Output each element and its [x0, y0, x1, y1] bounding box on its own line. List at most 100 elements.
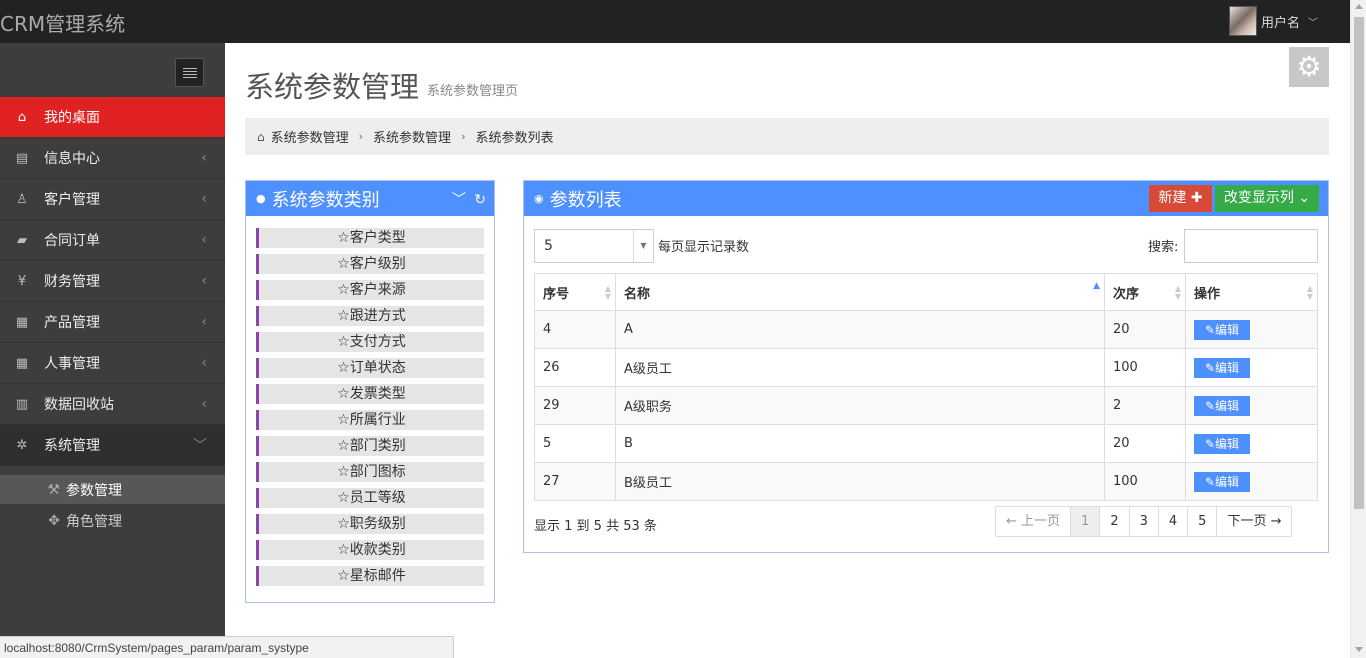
cell-id: 4	[534, 310, 616, 349]
chevron-down-icon: ﹀	[193, 438, 207, 454]
category-item[interactable]: ☆员工等级	[256, 488, 484, 508]
cell-name: B	[615, 424, 1105, 463]
category-item[interactable]: ☆客户类型	[256, 228, 484, 248]
chevron-left-icon: ‹	[201, 273, 207, 289]
toggle-columns-label: 改变显示列	[1223, 190, 1294, 206]
brand-logo[interactable]: CRM管理系统	[0, 8, 125, 37]
edit-button[interactable]: ✎编辑	[1194, 471, 1250, 492]
sidebar-subitem-params[interactable]: ⚒ 参数管理	[0, 475, 225, 504]
message-icon: ▤	[15, 150, 29, 166]
sidebar-item-recycle[interactable]: ▥ 数据回收站 ‹	[0, 384, 225, 425]
sidebar-subitem-label: 参数管理	[66, 482, 122, 499]
category-item[interactable]: ☆部门图标	[256, 462, 484, 482]
sidebar-item-orders[interactable]: ▰ 合同订单 ‹	[0, 220, 225, 261]
cell-action: ✎编辑	[1185, 386, 1318, 425]
category-item[interactable]: ☆职务级别	[256, 514, 484, 534]
page-button-3[interactable]: 3	[1130, 507, 1159, 536]
gear-icon: ✲	[16, 437, 28, 453]
category-item[interactable]: ☆支付方式	[256, 332, 484, 352]
collapse-icon[interactable]: ﹀	[452, 192, 466, 208]
category-item[interactable]: ☆订单状态	[256, 358, 484, 378]
sidebar: ⌂ 我的桌面 ▤ 信息中心 ‹ ♙ 客户管理 ‹ ▰ 合同订单 ‹ ¥ 财务管理…	[0, 43, 225, 658]
sidebar-item-customers[interactable]: ♙ 客户管理 ‹	[0, 179, 225, 220]
category-panel: ● 系统参数类别 ﹀ ↻ ☆客户类型 ☆客户级别 ☆客户来源 ☆跟进方式 ☆支付…	[245, 180, 495, 603]
reload-icon[interactable]: ↻	[474, 192, 486, 208]
page-subtitle: 系统参数管理页	[427, 84, 519, 99]
user-menu[interactable]: 用户名 ﹀	[1229, 6, 1318, 36]
sidebar-item-products[interactable]: ▦ 产品管理 ‹	[0, 302, 225, 343]
column-header-name[interactable]: 名称 ▲	[615, 273, 1105, 311]
home-icon: ⌂	[17, 109, 27, 125]
book-icon: ▰	[17, 232, 27, 248]
category-panel-title: 系统参数类别	[271, 189, 380, 211]
cell-action: ✎编辑	[1185, 310, 1318, 349]
settings-gear-button[interactable]: ⚙	[1289, 47, 1329, 87]
scroll-down-arrow[interactable]	[1355, 647, 1363, 652]
edit-button[interactable]: ✎编辑	[1194, 357, 1250, 378]
table-row: 4 A 20 ✎编辑	[534, 310, 1318, 349]
column-header-order[interactable]: 次序 ▲ ▼	[1104, 273, 1186, 311]
sidebar-item-system[interactable]: ✲ 系统管理 ﹀	[0, 425, 225, 466]
panel-tools: ﹀ ↻	[452, 189, 486, 209]
category-item[interactable]: ☆客户级别	[256, 254, 484, 274]
page-length-label: 每页显示记录数	[658, 240, 750, 255]
column-header-action[interactable]: 操作 ▲ ▼	[1185, 273, 1318, 311]
cell-order: 100	[1104, 348, 1186, 387]
next-page-button[interactable]: 下一页 →	[1217, 507, 1291, 536]
category-item[interactable]: ☆发票类型	[256, 384, 484, 404]
category-item[interactable]: ☆部门类别	[256, 436, 484, 456]
chevron-left-icon: ‹	[201, 314, 207, 330]
breadcrumb: ⌂ 系统参数管理 › 系统参数管理 › 系统参数列表	[245, 118, 1329, 155]
column-header-id[interactable]: 序号 ▲ ▼	[534, 273, 616, 311]
sidebar-subitem-roles[interactable]: ✥ 角色管理	[0, 506, 225, 535]
page-button-1[interactable]: 1	[1071, 507, 1101, 536]
edit-button[interactable]: ✎编辑	[1194, 319, 1250, 340]
sidebar-item-label: 人事管理	[44, 356, 100, 372]
search-label: 搜索:	[1148, 240, 1179, 255]
toggle-columns-button[interactable]: 改变显示列 ⌄	[1215, 185, 1319, 212]
cell-action: ✎编辑	[1185, 462, 1318, 501]
browser-status-bar: localhost:8080/CrmSystem/pages_param/par…	[0, 636, 454, 658]
globe-icon: ◉	[534, 192, 544, 205]
prev-page-button[interactable]: ← 上一页	[996, 507, 1072, 536]
sidebar-submenu: ⚒ 参数管理 ✥ 角色管理	[0, 467, 225, 535]
breadcrumb-item[interactable]: 系统参数管理	[373, 127, 451, 146]
chevron-left-icon: ‹	[201, 150, 207, 166]
page-scrollbar[interactable]	[1350, 0, 1366, 658]
cell-id: 29	[534, 386, 616, 425]
scroll-up-arrow[interactable]	[1355, 4, 1363, 9]
table-icon: ▦	[15, 314, 29, 330]
category-item[interactable]: ☆所属行业	[256, 410, 484, 430]
page-button-4[interactable]: 4	[1159, 507, 1189, 536]
sidebar-item-finance[interactable]: ¥ 财务管理 ‹	[0, 261, 225, 302]
sidebar-subitem-label: 角色管理	[66, 513, 122, 530]
table-row: 26 A级员工 100 ✎编辑	[534, 348, 1318, 387]
param-table: 序号 ▲ ▼ 名称 ▲ 次序 ▲ ▼ 操作 ▲ ▼ 4 A 20 ✎编辑 26 A级员工 10…	[534, 273, 1318, 501]
category-item[interactable]: ☆客户来源	[256, 280, 484, 300]
sidebar-item-messages[interactable]: ▤ 信息中心 ‹	[0, 138, 225, 179]
category-item[interactable]: ☆收款类别	[256, 540, 484, 560]
cell-order: 20	[1104, 310, 1186, 349]
breadcrumb-item[interactable]: 系统参数管理	[271, 127, 349, 146]
sort-icon: ▲ ▼	[604, 284, 611, 301]
page-length-value: 5	[544, 238, 553, 254]
new-button[interactable]: 新建 ✚	[1149, 185, 1212, 212]
edit-button[interactable]: ✎编辑	[1194, 395, 1250, 416]
trash-icon: ▥	[15, 396, 29, 412]
page-length-select[interactable]: 5 ▼	[534, 229, 654, 263]
category-list: ☆客户类型 ☆客户级别 ☆客户来源 ☆跟进方式 ☆支付方式 ☆订单状态 ☆发票类…	[256, 228, 484, 592]
table-icon: ▦	[15, 355, 29, 371]
cell-order: 2	[1104, 386, 1186, 425]
page-button-2[interactable]: 2	[1100, 507, 1130, 536]
sidebar-toggle-button[interactable]	[175, 58, 204, 87]
category-item[interactable]: ☆星标邮件	[256, 566, 484, 586]
scroll-thumb[interactable]	[1354, 17, 1364, 509]
category-item[interactable]: ☆跟进方式	[256, 306, 484, 326]
search-input[interactable]	[1184, 229, 1318, 263]
edit-button[interactable]: ✎编辑	[1194, 433, 1250, 454]
table-row: 27 B级员工 100 ✎编辑	[534, 462, 1318, 501]
page-button-5[interactable]: 5	[1188, 507, 1218, 536]
sidebar-item-hr[interactable]: ▦ 人事管理 ‹	[0, 343, 225, 384]
sidebar-item-desktop[interactable]: ⌂ 我的桌面	[0, 97, 225, 138]
yen-icon: ¥	[17, 273, 27, 289]
